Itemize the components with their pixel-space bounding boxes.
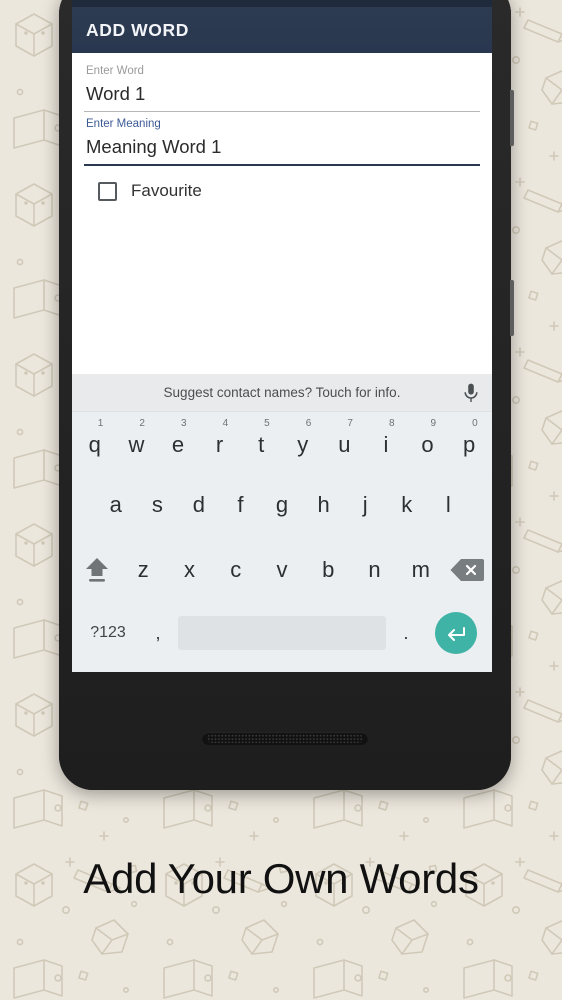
- word-field-label: Enter Word: [86, 65, 144, 77]
- key-p[interactable]: 0p: [448, 412, 490, 472]
- key-f[interactable]: f: [220, 472, 262, 537]
- keyboard-row-2: asdfghjkl: [72, 472, 492, 537]
- favourite-row[interactable]: Favourite: [84, 181, 480, 201]
- shift-key[interactable]: [74, 537, 120, 602]
- key-p-superscript: 0: [472, 418, 478, 429]
- key-w-superscript: 2: [139, 418, 145, 429]
- key-y-superscript: 6: [305, 418, 312, 429]
- volume-down-button[interactable]: [510, 280, 514, 336]
- key-u-label: u: [338, 432, 351, 457]
- comma-key[interactable]: ,: [138, 602, 178, 664]
- key-q-label: q: [88, 432, 101, 457]
- keyboard-row-1: 1q2w3e4r5t6y7u8i9o0p: [72, 412, 492, 472]
- key-u[interactable]: 7u: [324, 412, 366, 472]
- key-r-label: r: [215, 432, 224, 457]
- key-n[interactable]: n: [351, 557, 397, 583]
- keyboard-row-3-letters: zxcvbnm: [120, 557, 444, 583]
- key-s[interactable]: s: [137, 472, 179, 537]
- speaker-grille: [202, 732, 368, 745]
- enter-key[interactable]: [426, 602, 486, 664]
- key-c[interactable]: c: [213, 557, 259, 583]
- key-q-superscript: 1: [97, 418, 104, 429]
- key-u-superscript: 7: [347, 418, 353, 429]
- key-k[interactable]: k: [386, 472, 428, 537]
- keyboard-suggestion-strip[interactable]: Suggest contact names? Touch for info.: [72, 374, 492, 412]
- key-x[interactable]: x: [166, 557, 212, 583]
- key-e-label: e: [171, 432, 185, 457]
- microphone-icon[interactable]: [463, 383, 479, 403]
- phone-device-frame: ADD WORD Enter Word Word 1 Enter Meaning…: [59, 0, 514, 790]
- favourite-label: Favourite: [131, 181, 202, 200]
- enter-key-circle: [435, 612, 477, 654]
- suggestion-text[interactable]: Suggest contact names? Touch for info.: [164, 385, 401, 400]
- phone-screen: ADD WORD Enter Word Word 1 Enter Meaning…: [72, 0, 492, 672]
- key-t[interactable]: 5t: [240, 412, 282, 472]
- key-l[interactable]: l: [428, 472, 470, 537]
- virtual-keyboard: Suggest contact names? Touch for info. 1…: [72, 374, 492, 672]
- app-bar: ADD WORD: [72, 7, 492, 53]
- key-t-label: t: [258, 432, 265, 457]
- period-key[interactable]: .: [386, 602, 426, 664]
- enter-icon: [445, 624, 467, 642]
- key-w-label: w: [128, 432, 145, 457]
- symbols-key[interactable]: ?123: [78, 602, 138, 664]
- caption-text: Add Your Own Words: [83, 855, 479, 902]
- word-input[interactable]: Word 1: [84, 79, 480, 111]
- meaning-field-underline: [84, 164, 480, 166]
- key-y[interactable]: 6y: [282, 412, 324, 472]
- volume-up-button[interactable]: [510, 90, 514, 146]
- meaning-field-label: Enter Meaning: [86, 118, 161, 130]
- backspace-key[interactable]: [444, 537, 490, 602]
- backspace-icon: [450, 558, 484, 582]
- key-h[interactable]: h: [303, 472, 345, 537]
- status-bar: [72, 0, 492, 7]
- page-title: ADD WORD: [86, 19, 189, 40]
- word-field-underline: [84, 111, 480, 112]
- meaning-field-group: Enter Meaning Meaning Word 1: [84, 116, 480, 166]
- key-r-superscript: 4: [222, 418, 229, 429]
- keyboard-row-4: ?123 , .: [72, 602, 492, 664]
- space-key[interactable]: [178, 616, 386, 650]
- key-w[interactable]: 2w: [116, 412, 158, 472]
- key-j[interactable]: j: [344, 472, 386, 537]
- key-z[interactable]: z: [120, 557, 166, 583]
- key-e[interactable]: 3e: [157, 412, 199, 472]
- key-o[interactable]: 9o: [407, 412, 449, 472]
- space-bar-surface: [178, 616, 386, 650]
- key-g[interactable]: g: [261, 472, 303, 537]
- key-i-superscript: 8: [388, 418, 395, 429]
- favourite-checkbox[interactable]: [98, 181, 117, 201]
- key-m[interactable]: m: [398, 557, 444, 583]
- key-i[interactable]: 8i: [365, 412, 407, 472]
- meaning-input[interactable]: Meaning Word 1: [84, 132, 480, 164]
- word-field-group: Enter Word Word 1: [84, 63, 480, 112]
- add-word-form: Enter Word Word 1 Enter Meaning Meaning …: [72, 53, 492, 374]
- key-i-label: i: [383, 432, 389, 457]
- key-t-superscript: 5: [264, 418, 270, 429]
- keyboard-row-3: zxcvbnm: [72, 537, 492, 602]
- key-o-superscript: 9: [430, 418, 437, 429]
- key-e-superscript: 3: [180, 418, 187, 429]
- key-y-label: y: [297, 432, 309, 457]
- key-p-label: p: [463, 432, 476, 457]
- key-d[interactable]: d: [178, 472, 220, 537]
- key-a[interactable]: a: [95, 472, 137, 537]
- key-v[interactable]: v: [259, 557, 305, 583]
- key-b[interactable]: b: [305, 557, 351, 583]
- key-o-label: o: [421, 432, 434, 457]
- shift-icon: [84, 556, 110, 583]
- key-q[interactable]: 1q: [74, 412, 116, 472]
- key-r[interactable]: 4r: [199, 412, 241, 472]
